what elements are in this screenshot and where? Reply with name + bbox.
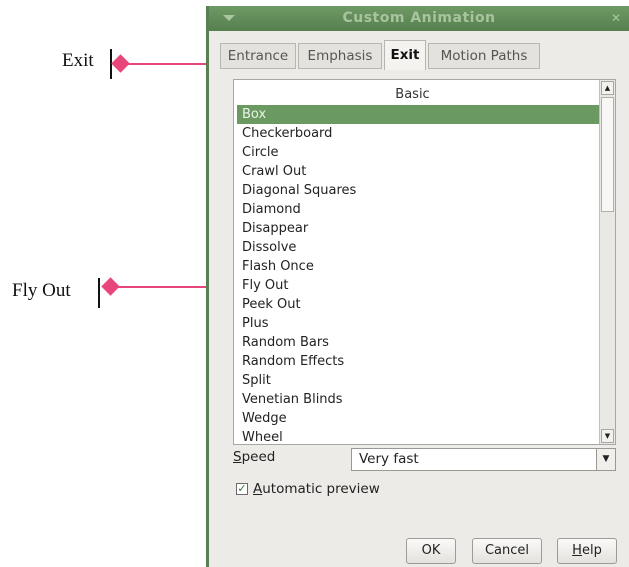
scroll-up-arrow-icon[interactable]: ▲ [601,81,614,95]
list-item[interactable]: Fly Out [237,276,600,295]
list-item[interactable]: Wedge [237,409,600,428]
list-item[interactable]: Disappear [237,219,600,238]
list-item[interactable]: Crawl Out [237,162,600,181]
list-item[interactable]: Checkerboard [237,124,600,143]
custom-animation-dialog: Custom Animation ✕ Entrance Emphasis Exi… [206,6,629,567]
list-item[interactable]: Diagonal Squares [237,181,600,200]
cancel-button[interactable]: Cancel [472,538,542,564]
scroll-down-arrow-icon[interactable]: ▼ [601,429,614,443]
help-button[interactable]: Help [557,538,617,564]
list-item[interactable]: Split [237,371,600,390]
exit-annotation-label: Exit [62,50,94,71]
list-item[interactable]: Venetian Blinds [237,390,600,409]
title-bar[interactable]: Custom Animation ✕ [209,6,629,31]
fly-out-annotation-label: Fly Out [12,280,71,301]
list-item[interactable]: Random Bars [237,333,600,352]
effects-list[interactable]: Basic Box Checkerboard Circle Crawl Out Diag… [233,79,616,445]
speed-value: Very fast [359,451,419,467]
list-item[interactable]: Wheel [237,428,600,447]
list-item[interactable]: Circle [237,143,600,162]
list-item[interactable]: Random Effects [237,352,600,371]
list-item[interactable]: Diamond [237,200,600,219]
list-scrollbar[interactable]: ▲ ▼ [599,80,615,444]
automatic-preview-label: Automatic preview [253,481,380,497]
list-item[interactable]: Dissolve [237,238,600,257]
tab-exit[interactable]: Exit [384,40,426,70]
window-title: Custom Animation [342,10,496,26]
list-item[interactable]: Flash Once [237,257,600,276]
ok-button[interactable]: OK [406,538,456,564]
effects-list-items: Box Checkerboard Circle Crawl Out Diagonal S… [237,105,600,447]
automatic-preview-checkbox[interactable]: ✓ [236,483,248,495]
tab-motion-paths[interactable]: Motion Paths [428,43,540,69]
speed-label: Speed [233,449,276,465]
fly-out-annotation-bar [98,278,100,308]
list-item[interactable]: Peek Out [237,295,600,314]
list-item[interactable]: Plus [237,314,600,333]
list-item[interactable]: Box [237,105,600,124]
chevron-down-icon[interactable]: ▼ [596,449,615,470]
tab-emphasis[interactable]: Emphasis [298,43,382,69]
list-category-header: Basic [395,87,430,102]
speed-select[interactable]: Very fast ▼ [351,448,616,471]
scroll-thumb[interactable] [601,97,614,212]
close-icon[interactable]: ✕ [609,12,623,25]
tab-entrance[interactable]: Entrance [220,43,296,69]
fly-out-annotation-diamond-icon [101,277,120,296]
